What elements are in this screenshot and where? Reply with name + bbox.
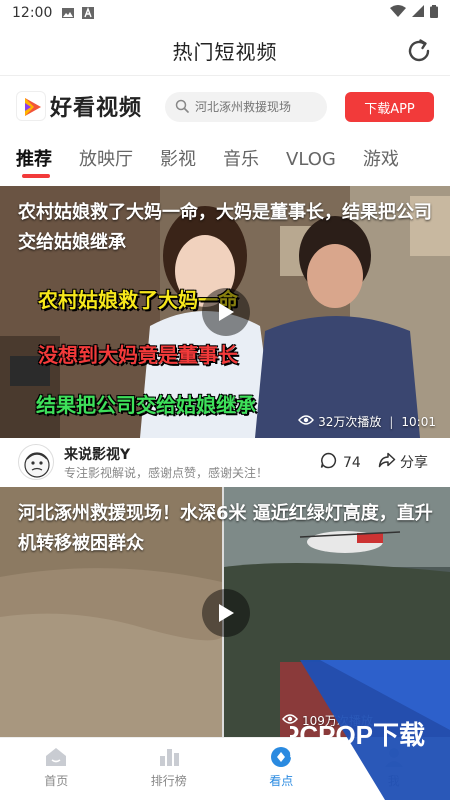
tab-recommend[interactable]: 推荐 xyxy=(16,140,52,180)
meta-divider: | xyxy=(389,414,394,429)
nav-highlights-label: 看点 xyxy=(269,774,294,788)
author-row: 来说影视Y 专注影视解说，感谢点赞，感谢关注！ 74 分享 xyxy=(0,438,450,486)
status-time: 12:00 xyxy=(12,5,53,21)
app-notification-icon xyxy=(82,7,95,19)
comments-button[interactable]: 74 xyxy=(320,452,361,473)
view-count: 32万次播放 xyxy=(318,415,382,429)
tab-games[interactable]: 游戏 xyxy=(363,140,399,180)
status-bar: 12:00 xyxy=(0,0,450,26)
tab-cinema[interactable]: 放映厅 xyxy=(79,140,133,180)
video-title-2[interactable]: 河北涿州救援现场！水深6米 逼近红绿灯高度，直升机转移被困群众 xyxy=(18,499,438,559)
views-icon xyxy=(298,414,315,429)
video-meta-2: 109万次播放 xyxy=(282,712,373,729)
category-tabs: 推荐 放映厅 影视 音乐 VLOG 游戏 xyxy=(0,140,450,182)
video-card-2[interactable]: 河北涿州救援现场！水深6米 逼近红绿灯高度，直升机转移被困群众 109万次播放 xyxy=(0,487,450,737)
views-icon xyxy=(282,713,298,728)
brand-logo-icon xyxy=(16,91,46,121)
view-count: 109万次播放 xyxy=(302,714,373,728)
author-description: 专注影视解说，感谢点赞，感谢关注！ xyxy=(64,466,269,480)
profile-icon xyxy=(384,748,403,767)
nav-highlights[interactable]: 看点 xyxy=(225,738,338,800)
search-input[interactable] xyxy=(195,100,325,114)
nav-home-label: 首页 xyxy=(44,774,69,788)
author-name[interactable]: 来说影视Y xyxy=(64,444,130,464)
page-title: 热门短视频 xyxy=(172,40,278,64)
share-label: 分享 xyxy=(400,455,428,471)
video-title-1[interactable]: 农村姑娘救了大妈一命，大妈是董事长，结果把公司交给姑娘继承 xyxy=(18,198,438,258)
nav-ranking[interactable]: 排行榜 xyxy=(113,738,226,800)
comment-count: 74 xyxy=(343,454,361,471)
app-bar: 热门短视频 xyxy=(0,26,450,76)
tab-film-tv[interactable]: 影视 xyxy=(160,140,196,180)
author-avatar[interactable] xyxy=(18,444,54,480)
video-duration: 10:01 xyxy=(401,414,436,429)
share-button[interactable]: 分享 xyxy=(378,452,428,472)
search-icon xyxy=(175,98,189,117)
comment-icon xyxy=(320,452,337,473)
play-button-2[interactable] xyxy=(202,589,250,637)
nav-profile[interactable]: 我 xyxy=(338,738,450,800)
refresh-icon[interactable] xyxy=(404,36,434,66)
share-icon xyxy=(378,452,396,472)
video-caption-2: 没想到大妈竟是董事长 xyxy=(38,343,238,367)
play-icon xyxy=(219,604,234,622)
site-header: 好看视频 下载APP xyxy=(0,84,450,130)
highlights-icon xyxy=(271,747,292,767)
brand-name: 好看视频 xyxy=(50,96,143,121)
nav-profile-label: 我 xyxy=(387,774,400,788)
gallery-notification-icon xyxy=(62,7,75,19)
tab-music[interactable]: 音乐 xyxy=(223,140,259,180)
wifi-icon xyxy=(390,5,406,21)
bottom-nav: 首页 排行榜 看点 我 xyxy=(0,737,450,800)
ranking-icon xyxy=(159,749,179,766)
search-box[interactable] xyxy=(165,92,327,122)
play-button-1[interactable] xyxy=(202,288,250,336)
video-card-1[interactable]: 农村姑娘救了大妈一命，大妈是董事长，结果把公司交给姑娘继承 农村姑娘救了大妈一命… xyxy=(0,186,450,438)
tab-vlog[interactable]: VLOG xyxy=(286,140,336,180)
nav-home[interactable]: 首页 xyxy=(0,738,113,800)
brand-logo[interactable]: 好看视频 xyxy=(16,90,142,122)
download-app-button[interactable]: 下载APP xyxy=(345,92,434,122)
video-caption-3: 结果把公司交给姑娘继承 xyxy=(36,393,256,417)
video-meta-1: 32万次播放 | 10:01 xyxy=(298,413,436,430)
signal-icon xyxy=(412,5,424,21)
battery-icon xyxy=(430,4,438,22)
nav-ranking-label: 排行榜 xyxy=(150,774,187,788)
play-icon xyxy=(219,303,234,321)
home-icon xyxy=(46,748,67,766)
